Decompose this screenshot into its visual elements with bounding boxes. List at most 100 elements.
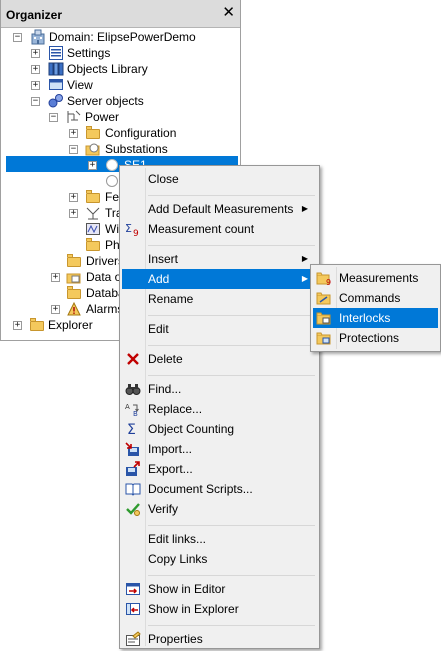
menu-item-label: Close [148,172,179,186]
expand-icon[interactable]: + [31,65,40,74]
sigma-icon: Σ [125,421,141,438]
menu-item-copy-links[interactable]: Copy Links [122,549,317,569]
expand-icon[interactable]: + [69,193,78,202]
expand-icon[interactable]: + [88,161,97,170]
menu-separator [148,375,315,376]
menu-item-object-counting[interactable]: Σ Object Counting [122,419,317,439]
tree-item-label: Alarms [86,302,124,316]
menu-item-label: Export... [148,462,193,476]
expand-icon[interactable]: + [51,273,60,282]
submenu-item-commands[interactable]: Commands [313,288,438,308]
expand-icon[interactable]: + [31,49,40,58]
menu-item-edit-links[interactable]: Edit links... [122,529,317,549]
import-icon [125,441,141,457]
settings-list-icon [48,45,64,61]
replace-icon: AB [125,401,141,418]
tree-item-server-objects[interactable]: − Server objects [0,93,240,109]
tree-item-label: Ph [105,238,120,252]
submenu-item-measurements[interactable]: 9 Measurements [313,268,438,288]
menu-item-label: Find... [148,382,182,396]
book-icon [125,481,141,497]
tree-item-label: View [67,78,93,92]
svg-text:Σ: Σ [127,422,136,437]
menu-item-find[interactable]: Find... [122,379,317,399]
menu-item-edit[interactable]: Edit [122,319,317,339]
interlocks-folder-icon [316,310,332,326]
menu-item-add[interactable]: Add ▶ [122,269,317,289]
submenu-item-label: Protections [339,331,400,345]
expand-icon[interactable]: + [69,129,78,138]
tree-item-label: Data o [86,270,122,284]
power-icon [66,109,82,125]
folder-icon [85,189,101,205]
menu-item-rename[interactable]: Rename [122,289,317,309]
tree-item-label: Server objects [67,94,144,108]
add-submenu: 9 Measurements Commands Interlocks Prote… [310,264,441,352]
collapse-icon[interactable]: − [49,113,58,122]
alarms-icon [66,301,82,317]
tree-item-domain[interactable]: − Domain: ElipsePowerDemo [0,29,240,45]
binoculars-icon [125,381,141,397]
menu-item-label: Insert [148,252,179,266]
verify-check-icon [125,501,141,517]
submenu-item-label: Interlocks [339,311,391,325]
tree-item-label: Fe [105,190,120,204]
menu-item-insert[interactable]: Insert ▶ [122,249,317,269]
menu-item-close[interactable]: Close [122,169,317,189]
collapse-icon[interactable]: − [13,33,22,42]
submenu-item-label: Measurements [339,271,419,285]
expand-icon[interactable]: + [69,209,78,218]
winding-icon [85,221,101,237]
tree-item-objects-library[interactable]: + Objects Library [0,61,240,77]
menu-separator [148,625,315,626]
context-menu: Close Add Default Measurements ▶ Σ9 Meas… [119,165,320,649]
menu-item-label: Properties [148,632,203,646]
tree-item-configuration[interactable]: + Configuration [0,125,240,141]
tree-item-power[interactable]: − Power [0,109,240,125]
substation-icon [104,157,120,173]
submenu-item-protections[interactable]: Protections [313,328,438,348]
menu-item-measurement-count[interactable]: Σ9 Measurement count [122,219,317,239]
submenu-item-interlocks[interactable]: Interlocks [313,308,438,328]
expand-icon[interactable]: + [13,321,22,330]
server-objects-icon [48,93,64,109]
svg-text:Σ: Σ [125,222,132,235]
menu-item-add-default-measurements[interactable]: Add Default Measurements ▶ [122,199,317,219]
collapse-icon[interactable]: − [31,97,40,106]
folder-icon [85,125,101,141]
menu-item-document-scripts[interactable]: Document Scripts... [122,479,317,499]
show-editor-icon [125,581,141,597]
menu-item-verify[interactable]: Verify [122,499,317,519]
submenu-arrow-icon: ▶ [301,254,308,263]
svg-text:9: 9 [326,278,331,286]
menu-item-label: Document Scripts... [148,482,253,496]
sigma-9-icon: Σ9 [125,221,141,239]
menu-item-import[interactable]: Import... [122,439,317,459]
svg-text:A: A [125,403,130,411]
menu-item-label: Delete [148,352,183,366]
expand-icon[interactable]: + [31,81,40,90]
substation-folder-icon [85,141,101,157]
menu-item-show-in-explorer[interactable]: Show in Explorer [122,599,317,619]
menu-item-label: Add Default Measurements [148,202,294,216]
tree-item-label: Power [85,110,120,124]
menu-separator [148,195,315,196]
menu-item-delete[interactable]: Delete [122,349,317,369]
tree-item-label: Substations [105,142,168,156]
tree-item-view[interactable]: + View [0,77,240,93]
menu-separator [148,525,315,526]
folder-icon [66,253,82,269]
menu-item-replace[interactable]: AB Replace... [122,399,317,419]
menu-item-export[interactable]: Export... [122,459,317,479]
close-icon[interactable]: ✕ [222,5,235,20]
library-icon [48,61,64,77]
menu-item-properties[interactable]: Properties [122,629,317,649]
tree-item-settings[interactable]: + Settings [0,45,240,61]
measurements-folder-icon: 9 [316,270,332,287]
tree-item-substations[interactable]: − Substations [0,141,240,157]
menu-item-show-in-editor[interactable]: Show in Editor [122,579,317,599]
expand-icon[interactable]: + [51,305,60,314]
menu-separator [148,315,315,316]
organizer-header: Organizer ✕ [1,0,240,28]
collapse-icon[interactable]: − [69,145,78,154]
